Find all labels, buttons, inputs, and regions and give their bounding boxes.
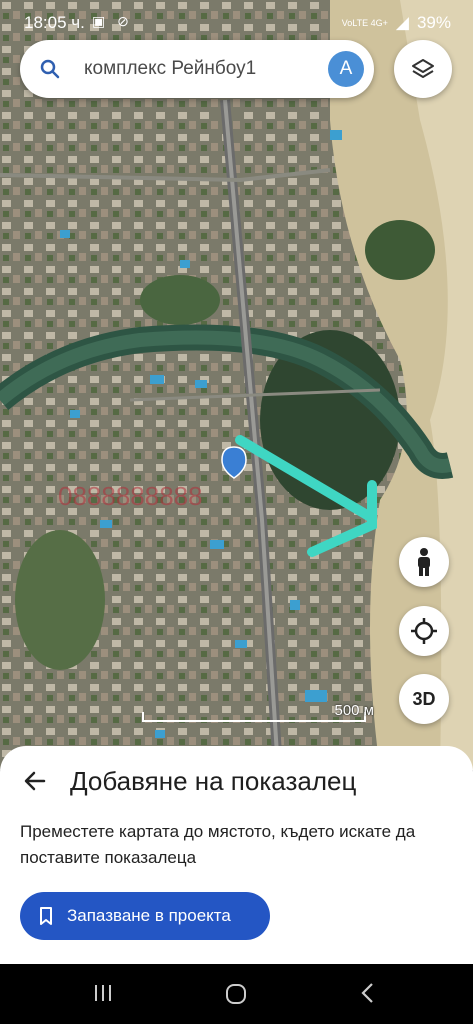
layers-button[interactable]: [394, 40, 452, 98]
battery-level: 39%: [416, 13, 451, 32]
bookmark-icon: [40, 907, 52, 925]
network-indicator: VoLTE 4G+: [341, 18, 388, 28]
back-icon[interactable]: [358, 982, 378, 1004]
add-pin-sheet: Добавяне на показалец Преместете картата…: [0, 746, 473, 964]
street-view-button[interactable]: [399, 537, 449, 587]
back-arrow-icon[interactable]: [22, 768, 48, 794]
my-location-button[interactable]: [399, 606, 449, 656]
pegman-icon: [418, 548, 430, 576]
alarm-off-icon: ⊘: [117, 13, 133, 29]
satellite-imagery: 0888888888: [0, 0, 473, 770]
save-to-project-label: Запазване в проекта: [67, 906, 231, 925]
recents-icon[interactable]: [92, 982, 114, 1004]
map-scale: 500 м: [142, 702, 374, 722]
sheet-title: Добавяне на показалец: [70, 766, 357, 796]
notification-icons: ▣ ⊘: [92, 13, 133, 30]
satellite-map[interactable]: 0888888888: [0, 0, 473, 770]
status-time: 18:05 ч.: [24, 13, 85, 32]
image-icon: ▣: [92, 13, 110, 29]
status-bar: 18:05 ч. ▣ ⊘ VoLTE 4G+ ◢ 39%: [0, 0, 473, 40]
search-icon: [40, 59, 60, 79]
scale-bar: [142, 712, 366, 722]
sheet-description: Преместете картата до мястото, където ис…: [20, 822, 416, 867]
home-icon[interactable]: [224, 982, 248, 1006]
my-location-icon: [411, 618, 437, 644]
account-avatar[interactable]: A: [328, 51, 364, 87]
signal-icon: ◢: [395, 13, 409, 32]
save-to-project-button[interactable]: Запазване в проекта: [20, 892, 270, 940]
layers-icon: [412, 59, 434, 78]
search-query: комплекс Рейнбоу1: [84, 58, 257, 79]
view-3d-button[interactable]: 3D: [399, 674, 449, 724]
system-nav-bar: [0, 964, 473, 1024]
watermark: 0888888888: [58, 481, 203, 511]
scale-label: 500 м: [334, 702, 374, 719]
search-bar[interactable]: комплекс Рейнбоу1 A: [20, 40, 374, 98]
